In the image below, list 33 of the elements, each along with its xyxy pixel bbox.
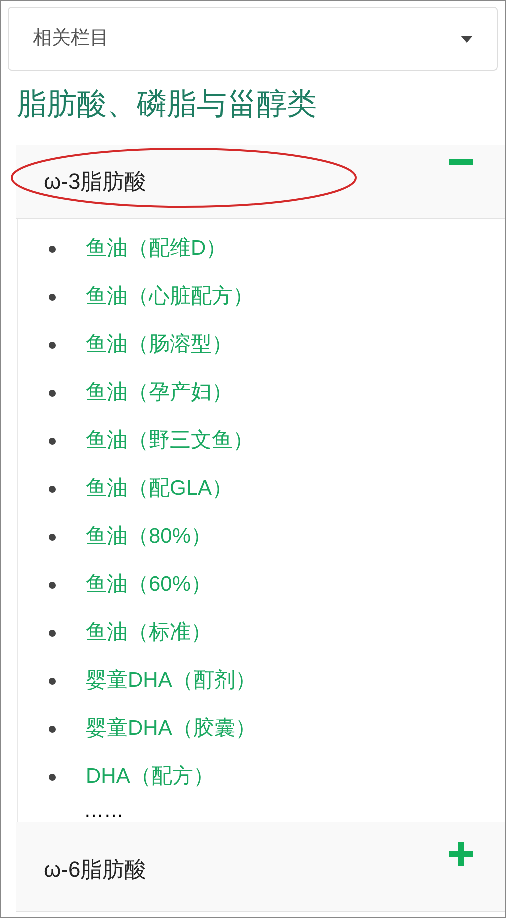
list-link[interactable]: DHA（配方） — [86, 761, 214, 793]
list-link[interactable]: 鱼油（心脏配方） — [86, 281, 254, 313]
bullet-icon — [49, 294, 56, 300]
plus-icon[interactable] — [449, 842, 473, 866]
list-link[interactable]: 鱼油（80%） — [86, 521, 212, 553]
bullet-icon — [49, 534, 56, 540]
bullet-icon — [49, 582, 56, 588]
bullet-icon — [49, 486, 56, 492]
list-link[interactable]: 鱼油（肠溶型） — [86, 329, 233, 361]
section-header[interactable]: ω-6脂肪酸 — [16, 822, 505, 912]
section-title: ω-3脂肪酸 — [44, 168, 147, 196]
bullet-icon — [49, 438, 56, 444]
bullet-icon — [49, 630, 56, 636]
dropdown-label: 相关栏目 — [33, 26, 109, 51]
list-link[interactable]: 鱼油（配维D） — [86, 233, 228, 265]
list-link[interactable]: 鱼油（孕产妇） — [86, 377, 233, 409]
category-dropdown[interactable]: 相关栏目 — [8, 7, 498, 71]
list-link[interactable]: 鱼油（60%） — [86, 569, 212, 601]
bullet-icon — [49, 246, 56, 252]
section-title: ω-6脂肪酸 — [44, 856, 147, 884]
caret-icon — [461, 36, 473, 42]
list-link[interactable]: 鱼油（野三文鱼） — [86, 425, 254, 457]
bullet-icon — [49, 390, 56, 396]
bullet-icon — [49, 342, 56, 348]
more-ellipsis: …… — [84, 801, 125, 821]
bullet-icon — [49, 726, 56, 732]
list-link[interactable]: 鱼油（标准） — [86, 617, 212, 649]
bullet-icon — [49, 678, 56, 684]
list-link[interactable]: 鱼油（配GLA） — [86, 473, 234, 505]
page-heading: 脂肪酸、磷脂与甾醇类 — [17, 87, 318, 123]
list-link[interactable]: 婴童DHA（酊剂） — [86, 665, 256, 697]
bullet-icon — [49, 774, 56, 780]
list-link[interactable]: 婴童DHA（胶囊） — [86, 713, 256, 745]
